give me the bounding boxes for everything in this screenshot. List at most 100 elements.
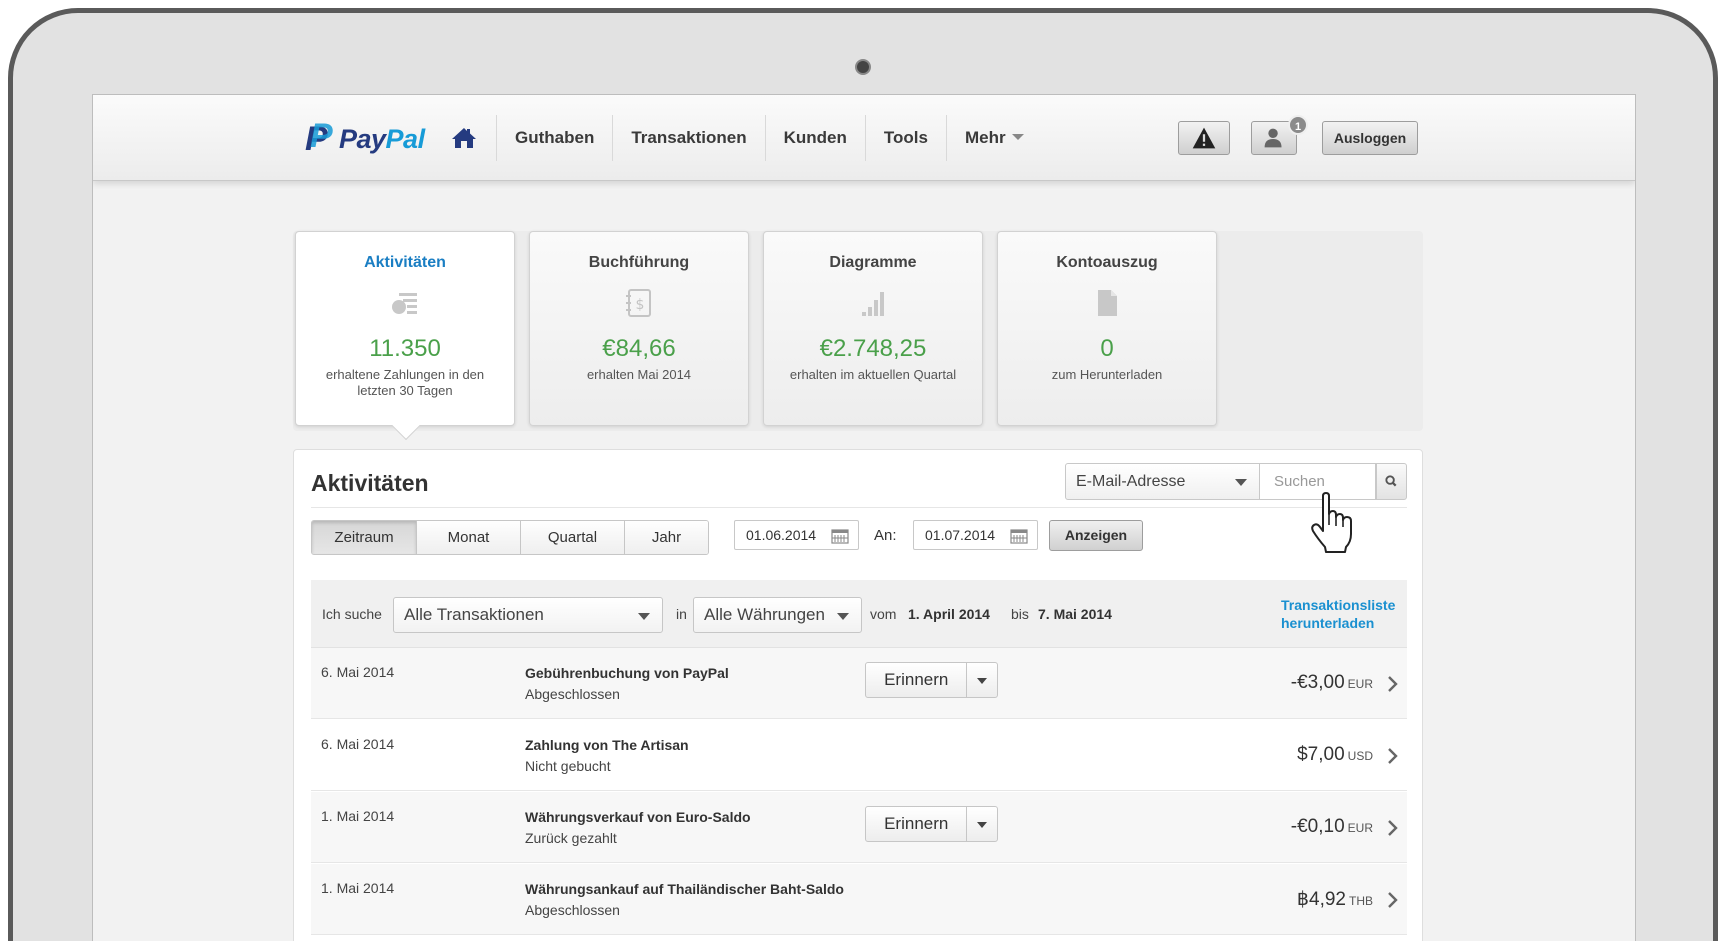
filter-in-label: in <box>676 606 687 622</box>
home-icon[interactable] <box>451 127 477 149</box>
amount-value: -€3,00 <box>1290 672 1345 693</box>
nav-mehr-label: Mehr <box>964 128 1006 147</box>
card-value: €84,66 <box>602 335 676 362</box>
card-title: Aktivitäten <box>364 254 446 271</box>
transaction-type-select[interactable]: Alle Transaktionen <box>393 597 663 633</box>
card-subtitle: erhalten Mai 2014 <box>586 367 692 382</box>
download-link-line2: herunterladen <box>1281 615 1375 631</box>
transaction-date: 6. Mai 2014 <box>321 664 395 680</box>
card-subtitle: erhalten im aktuellen Quartal <box>789 367 957 382</box>
nav-mehr[interactable]: Mehr <box>945 115 1042 161</box>
card-title: Diagramme <box>829 254 917 271</box>
date-to-value: 01.07.2014 <box>925 527 996 543</box>
transaction-row[interactable]: 6. Mai 2014 Zahlung von The Artisan Nich… <box>311 720 1407 791</box>
ledger-icon: $ <box>626 289 651 317</box>
date-from-field[interactable]: 01.06.2014 <box>734 520 859 550</box>
transaction-status: Nicht gebucht <box>525 758 611 774</box>
transaction-status: Abgeschlossen <box>525 902 620 918</box>
download-transactions-link[interactable]: Transaktionsliste herunterladen <box>1281 596 1395 632</box>
card-kontoauszug[interactable]: Kontoauszug 0 zum Herunterladen <box>997 231 1217 426</box>
transaction-name: Währungsverkauf von Euro-Saldo <box>525 809 751 825</box>
calendar-icon[interactable] <box>831 528 849 544</box>
period-zeitraum[interactable]: Zeitraum <box>312 521 416 554</box>
card-title: Buchführung <box>588 254 690 271</box>
remind-button[interactable]: Erinnern <box>866 807 968 841</box>
filter-to-label: bis <box>1011 606 1029 622</box>
card-subtitle: zum Herunterladen <box>1051 367 1163 382</box>
search-button[interactable] <box>1376 463 1407 500</box>
transaction-name: Zahlung von The Artisan <box>525 737 689 753</box>
logout-button[interactable]: Ausloggen <box>1322 121 1418 155</box>
remind-dropdown-button[interactable] <box>967 807 997 841</box>
transaction-status: Abgeschlossen <box>525 686 620 702</box>
nav-kunden[interactable]: Kunden <box>764 115 865 161</box>
transaction-date: 6. Mai 2014 <box>321 736 395 752</box>
transaction-row[interactable]: 6. Mai 2014 Gebührenbuchung von PayPal A… <box>311 648 1407 719</box>
nav-guthaben[interactable]: Guthaben <box>496 115 612 161</box>
filter-prefix: Ich suche <box>322 606 382 622</box>
search-type-select[interactable]: E-Mail-Adresse <box>1065 463 1260 500</box>
filter-to-date: 7. Mai 2014 <box>1038 606 1112 622</box>
period-toggle: Zeitraum Monat Quartal Jahr <box>311 520 709 555</box>
alerts-button[interactable] <box>1178 121 1230 155</box>
nav-transaktionen[interactable]: Transaktionen <box>612 115 764 161</box>
nav-tools[interactable]: Tools <box>864 115 946 161</box>
amount-currency: EUR <box>1347 821 1373 835</box>
amount-currency: USD <box>1347 749 1373 763</box>
search-type-value: E-Mail-Adresse <box>1076 473 1186 490</box>
activity-panel: Aktivitäten E-Mail-Adresse Suchen Zeitra… <box>293 449 1423 941</box>
transaction-row[interactable]: 1. Mai 2014 Währungsankauf auf Thailändi… <box>311 864 1407 935</box>
transaction-amount: ฿4,92 THB <box>1297 888 1373 911</box>
svg-text:$: $ <box>636 297 645 313</box>
transaction-amount: -€0,10 EUR <box>1291 816 1373 838</box>
warning-icon <box>1192 127 1216 149</box>
transaction-row[interactable]: 1. Mai 2014 Währungsverkauf von Euro-Sal… <box>311 792 1407 863</box>
search-icon <box>1385 475 1397 487</box>
date-to-field[interactable]: 01.07.2014 <box>913 520 1038 550</box>
chevron-right-icon[interactable] <box>1385 747 1401 765</box>
period-quartal[interactable]: Quartal <box>520 521 624 554</box>
hand-cursor-icon <box>1311 492 1352 553</box>
card-aktivitaeten[interactable]: Aktivitäten 11.350 erhaltene Zahlungen i… <box>295 231 515 441</box>
main-menu: Guthaben Transaktionen Kunden Tools Mehr <box>496 115 1042 161</box>
document-icon <box>1098 290 1117 316</box>
paypal-p-icon: PP <box>305 117 333 158</box>
card-value: €2.748,25 <box>819 335 927 362</box>
card-value: 11.350 <box>369 335 441 362</box>
currency-select[interactable]: Alle Währungen <box>693 597 862 633</box>
active-card-pointer <box>391 411 421 441</box>
bar-chart-icon <box>862 292 884 316</box>
chevron-right-icon[interactable] <box>1385 675 1401 693</box>
page-title: Aktivitäten <box>311 470 429 496</box>
period-jahr[interactable]: Jahr <box>624 521 708 554</box>
show-button[interactable]: Anzeigen <box>1049 520 1143 551</box>
chevron-down-icon <box>977 678 988 684</box>
paypal-logo[interactable]: PP PayPal <box>305 117 425 158</box>
card-value: 0 <box>1100 335 1114 362</box>
transaction-date: 1. Mai 2014 <box>321 880 395 896</box>
card-diagramme[interactable]: Diagramme €2.748,25 erhalten im aktuelle… <box>763 231 983 426</box>
card-buchfuehrung[interactable]: Buchführung $ €84,66 erhalten Mai 2014 <box>529 231 749 426</box>
activity-list-icon <box>392 293 417 314</box>
transaction-date: 1. Mai 2014 <box>321 808 395 824</box>
chevron-right-icon[interactable] <box>1385 819 1401 837</box>
transaction-amount: $7,00 USD <box>1297 744 1373 766</box>
transaction-amount: -€3,00 EUR <box>1291 672 1373 694</box>
top-navigation: PP PayPal Guthaben Transaktionen Kunden … <box>93 95 1635 181</box>
remind-button-group: Erinnern <box>865 662 998 698</box>
transaction-name: Währungsankauf auf Thailändischer Baht-S… <box>525 881 844 897</box>
amount-value: -€0,10 <box>1290 816 1345 837</box>
filter-from-label: vom <box>870 606 897 622</box>
notification-badge: 1 <box>1288 115 1308 135</box>
transaction-status: Zurück gezahlt <box>525 830 617 846</box>
remind-button[interactable]: Erinnern <box>866 663 968 697</box>
chevron-down-icon <box>1235 479 1247 486</box>
chevron-right-icon[interactable] <box>1385 891 1401 909</box>
filter-to-date-value: 7. Mai 2014 <box>1038 606 1112 622</box>
calendar-icon[interactable] <box>1010 528 1028 544</box>
currency-value: Alle Währungen <box>704 605 825 624</box>
remind-dropdown-button[interactable] <box>967 663 997 697</box>
amount-currency: THB <box>1349 894 1373 908</box>
paypal-wordmark: PayPal <box>339 123 425 154</box>
period-monat[interactable]: Monat <box>416 521 520 554</box>
